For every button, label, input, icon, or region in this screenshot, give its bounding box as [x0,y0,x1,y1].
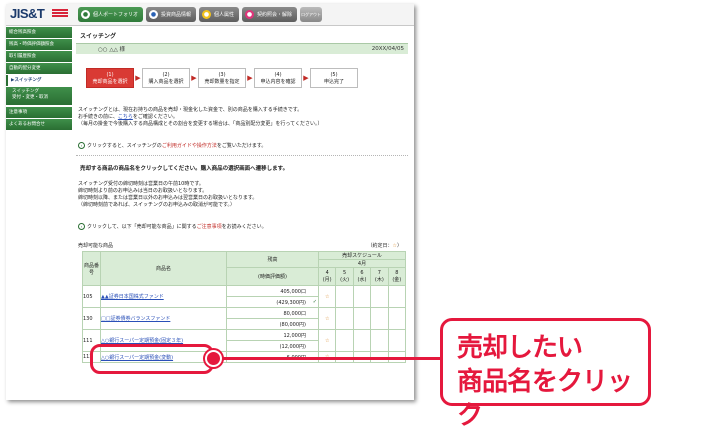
highlight-ring [90,344,214,374]
tab-product-info[interactable]: ● 投資商品情報 [146,7,197,22]
tab-personal-info[interactable]: ● 個人属性 [199,7,240,22]
notice-link[interactable]: ご注意事項 [197,224,222,230]
section-p4: （締切時刻前であれば、スイッチングのお申込みの取消が可能です。） [78,202,235,208]
day-5: 8 (金) [387,267,407,286]
sidebar-item-faq[interactable]: よくあるお問合せ [6,119,72,130]
step-arrow-icon: ▶ [135,74,141,82]
table-note: （約定日：☆） [367,243,402,249]
divider [76,155,408,156]
sidebar: 総合残高照会 残高・時価評価額照会 取引履歴照会 自動的配分変更 ▶スイッチング… [6,27,72,400]
tab-contract[interactable]: ● 契約照会・解除 [242,7,298,22]
section-p5: › クリックして、以下「売却可能な商品」に関するご注意事項をお読みください。 [78,223,267,231]
sidebar-item-balance[interactable]: 総合残高照会 [6,27,72,38]
step-5: (5) 申込完了 [310,68,358,88]
person-icon: ● [202,10,212,19]
sidebar-item-history[interactable]: 取引履歴照会 [6,51,72,62]
section-p2: 締切時刻より前のお申込みは当日のお取扱いとなります。 [78,188,208,194]
callout-line-1: 売却したい [457,333,583,363]
day-1: 4 (月) [317,267,337,286]
top-navigation: JIS&T ● 個人ポートフォリオ ● 投資商品情報 ● 個人属性 ● 契約照会・解除 … [6,4,414,26]
day-4: 7 (木) [370,267,389,286]
intro-line-3: （毎月の掛金で今後購入する商品構成とその割合を変更する場合は、「商品別配分変更」… [78,121,323,127]
section-p3: 締切時刻以降、または営業日以外のお申込みは翌営業日のお取扱いとなります。 [78,195,258,201]
section-p1: スイッチング受付の締切時刻は営業日の午前10時です。 [78,181,204,187]
table-row: 130 □□証券債券バランスファンド 80,000口 ☆ [82,307,407,330]
step-2: (2) 購入商品を選択 [142,68,190,88]
intro-line-1: スイッチングとは、現在お持ちの商品を売却・現金化した資金で、別の商品を購入する手… [78,107,303,113]
col-balance: 残高 [226,251,319,268]
col-schedule: 売却スケジュール [318,251,406,260]
col-name: 商品名 [100,251,227,286]
step-arrow-icon: ▶ [247,74,253,82]
sidebar-item-allocation[interactable]: 自動的配分変更 [6,63,72,74]
brand-logo: JIS&T [10,6,45,21]
product-name-cell: ▲▲証券日本国株式ファンド [100,285,227,308]
info-arrow-icon[interactable]: › [78,223,85,230]
table-row: 105 ▲▲証券日本国株式ファンド 405,000口 ☆ [82,285,407,308]
table-label: 売却可能な商品 [78,243,114,249]
usage-guide-link[interactable]: ご利用ガイドや操作方法 [162,143,217,149]
guide-link[interactable]: こちら [118,114,133,120]
day-3: 6 (水) [352,267,372,286]
main-tabs: ● 個人ポートフォリオ ● 投資商品情報 ● 個人属性 ● 契約照会・解除 ログアウト [78,7,323,22]
check-icon: ✓ [312,298,317,305]
user-name: ○○ △△ 様 [98,47,126,53]
intro-line-2: お手続きの前に、こちらをご確認ください。 [78,114,178,120]
step-arrow-icon: ▶ [303,74,309,82]
callout-connector [214,357,440,360]
logo-stripes-icon [52,9,68,19]
sidebar-item-valuation[interactable]: 残高・時価評価額照会 [6,39,72,50]
step-arrow-icon: ▶ [191,74,197,82]
intro-line-4: › クリックすると、スイッチングのご利用ガイドや操作方法をご覧いただけます。 [78,142,266,150]
sidebar-item-switching-sub[interactable]: スイッチング 受付・変更・取消 [6,87,72,105]
step-1: (1) 売却商品を選択 [86,68,134,88]
browser-frame: JIS&T ● 個人ポートフォリオ ● 投資商品情報 ● 個人属性 ● 契約照会・解除 … [6,4,414,400]
contract-icon: ● [245,10,255,19]
section-heading: 売却する商品の商品名をクリックしてください。購入商品の選択画面へ遷移します。 [80,166,289,172]
sidebar-item-notice[interactable]: 注意事項 [6,107,72,118]
progress-steps: (1) 売却商品を選択 ▶ (2) 購入商品を選択 ▶ (3) 売却数量を指定 ▶ (… [86,68,358,88]
callout-box: 売却したい 商品名をクリック [440,318,651,431]
day-2: 5 (火) [335,267,354,286]
step-4: (4) 申込内容を確認 [254,68,302,88]
col-value: (時価評価額) [226,267,319,286]
product-link[interactable]: ▲▲証券日本国株式ファンド [101,294,164,300]
product-name-cell: □□証券債券バランスファンド [100,307,227,330]
callout-line-2: 商品名をクリック [457,367,633,431]
user-info-bar: ○○ △△ 様 20XX/04/05 [76,43,408,54]
product-link[interactable]: □□証券債券バランスファンド [101,316,170,322]
col-num: 商品番号 [82,251,101,286]
product-info-icon: ● [149,10,159,19]
col-month: 4月 [318,259,406,268]
callout-dot [205,350,222,367]
table-row: 111 △○銀行スーパー定期預金(固定３年) 12,000円 ☆ [82,329,407,352]
portfolio-icon: ● [81,10,90,19]
logout-button[interactable]: ログアウト [300,7,323,22]
info-arrow-icon[interactable]: › [78,142,85,149]
sidebar-item-switching[interactable]: ▶スイッチング [6,75,72,86]
current-date: 20XX/04/05 [371,46,404,52]
step-3: (3) 売却数量を指定 [198,68,246,88]
sidebar-sub-label: スイッチング 受付・変更・取消 [12,89,48,100]
page-title: スイッチング [80,33,117,40]
tab-portfolio[interactable]: ● 個人ポートフォリオ [78,7,144,22]
